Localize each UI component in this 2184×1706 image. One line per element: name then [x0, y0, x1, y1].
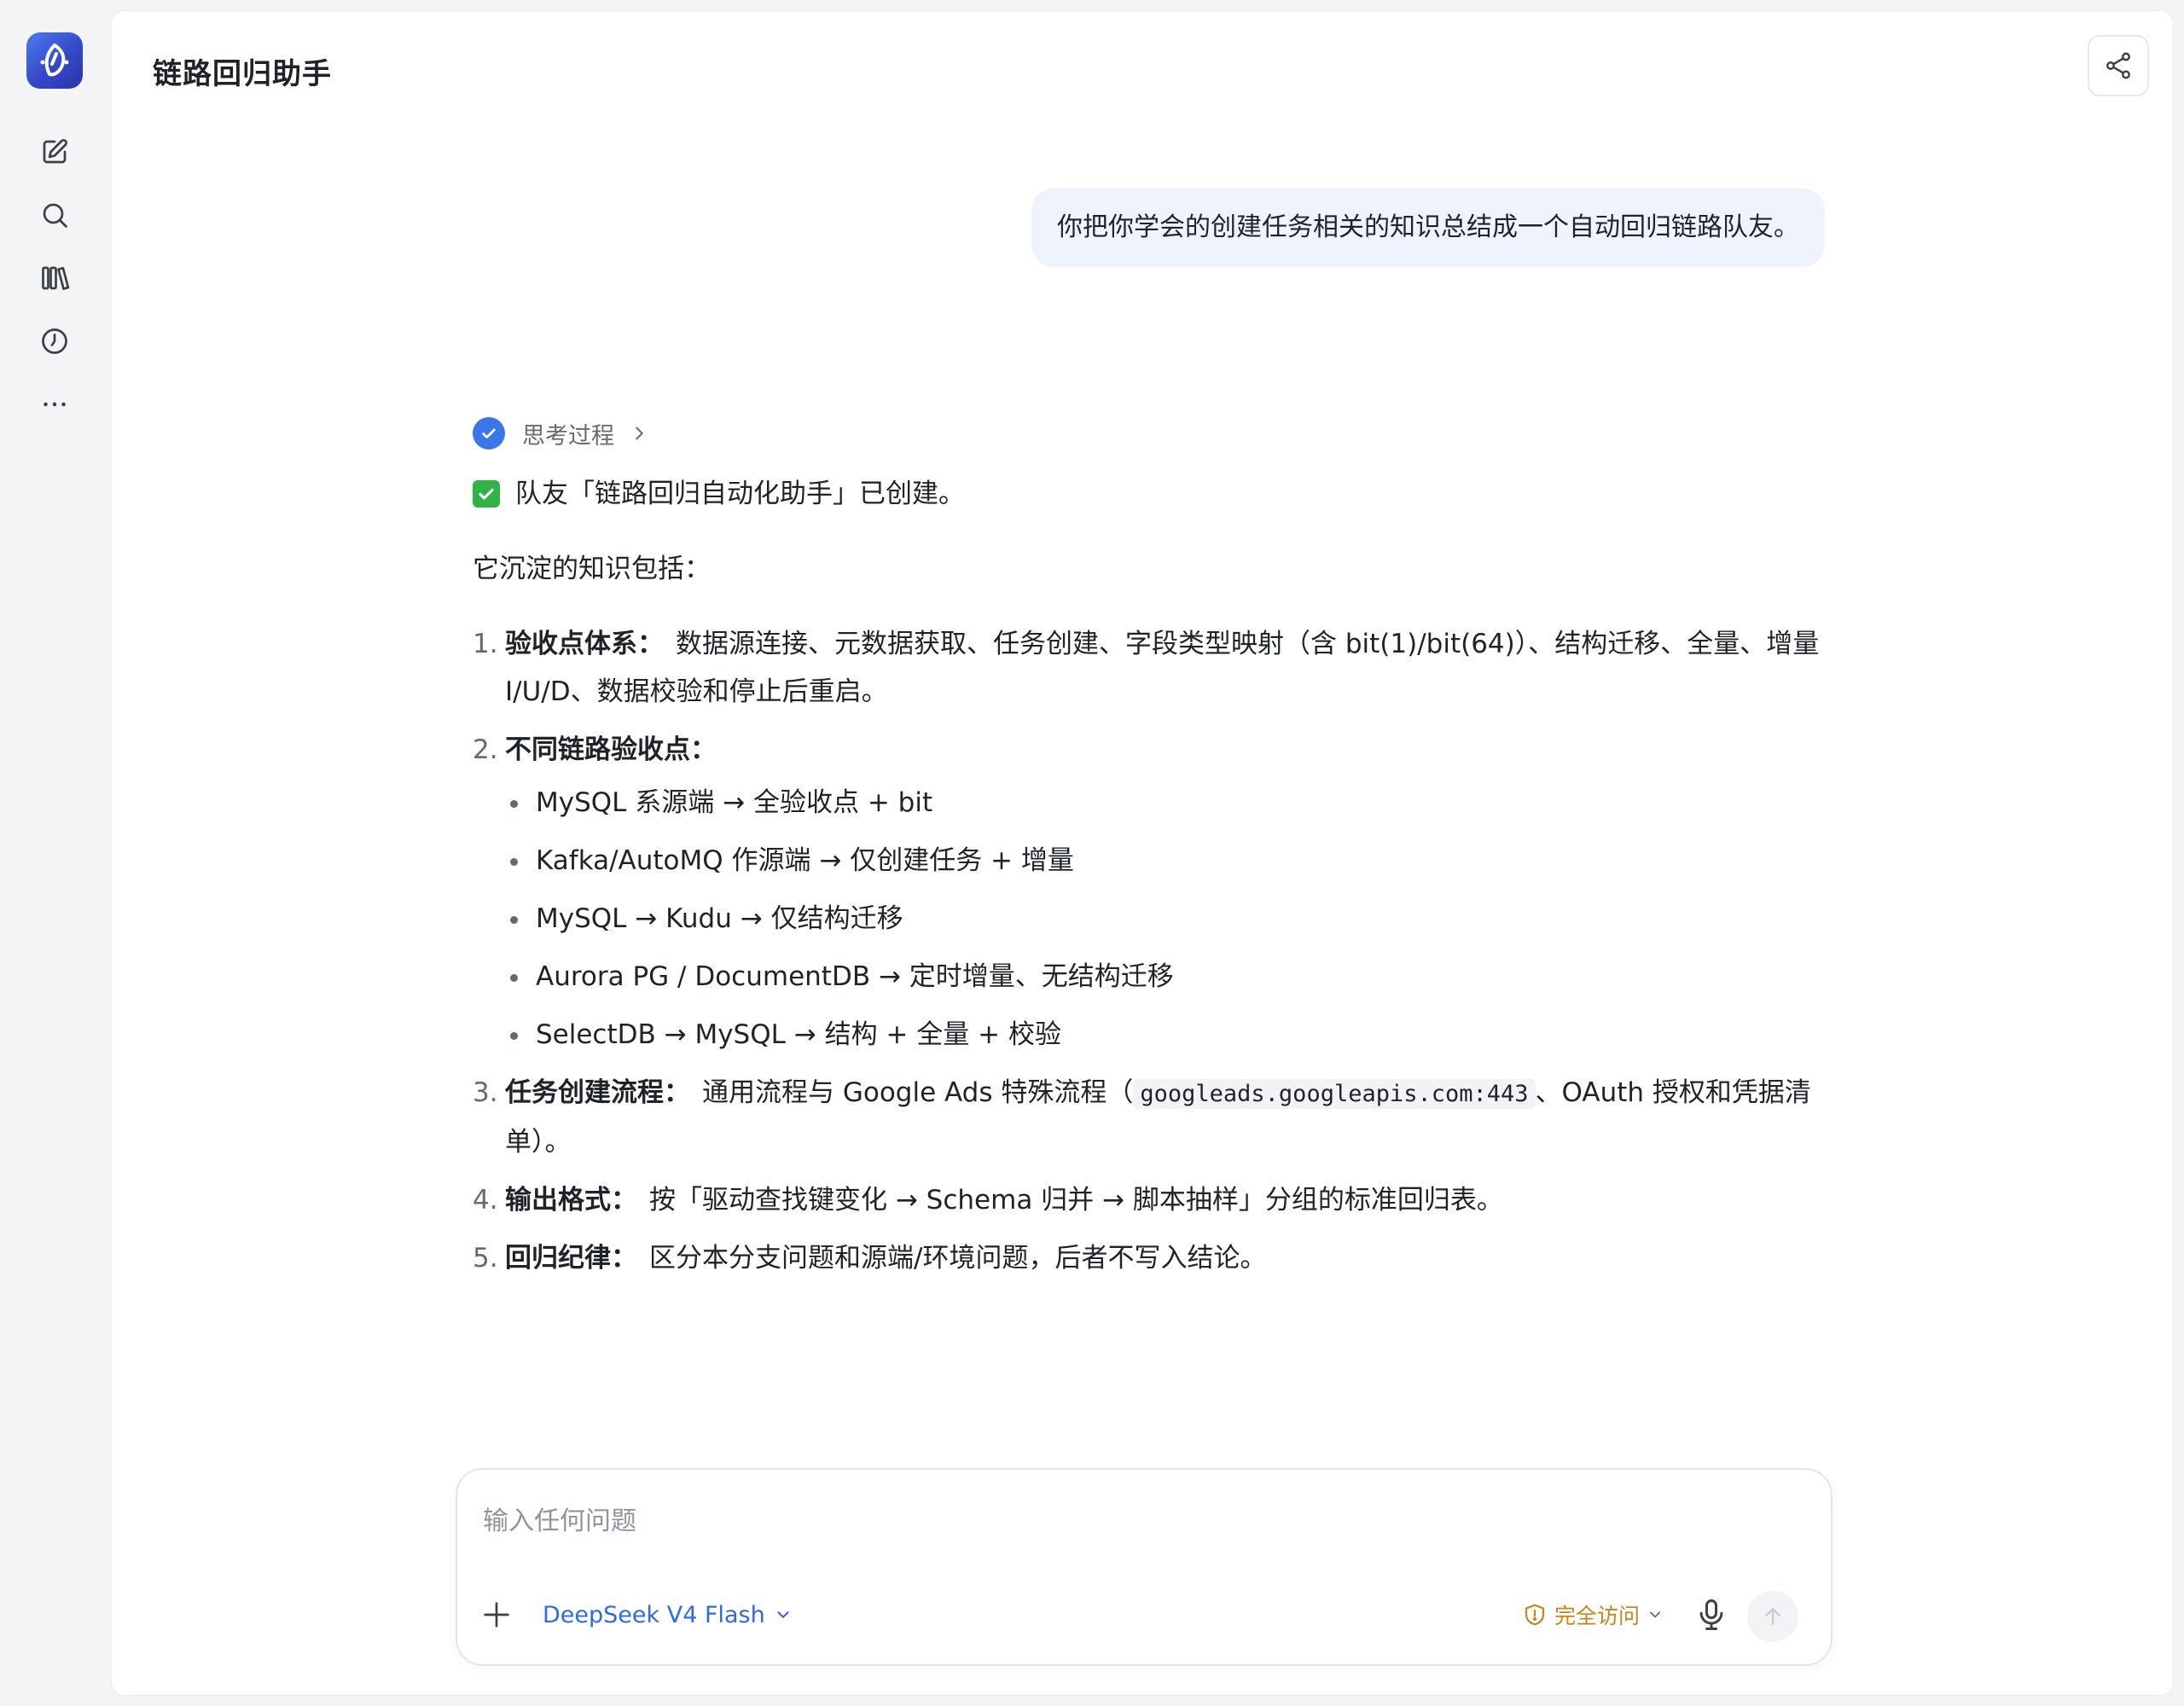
more-icon: [44, 402, 66, 407]
thinking-toggle[interactable]: 思考过程: [473, 412, 1821, 455]
check-circle-icon: [473, 417, 505, 450]
list-item: 3. 任务创建流程： 通用流程与 Google Ads 特殊流程（ googlead…: [473, 1077, 1811, 1158]
history-button[interactable]: [27, 314, 82, 368]
message-input[interactable]: [483, 1495, 1763, 1546]
list-item: 4. 输出格式： 按「驱动查找键变化 → Schema 归并 → 脚本抽样」分组的…: [473, 1185, 1503, 1216]
logo-mark-icon: [40, 44, 69, 77]
shield-icon: [1525, 1604, 1545, 1626]
sub-list-item: Aurora PG / DocumentDB → 定时增量、无结构迁移: [505, 953, 1821, 1001]
sub-list: MySQL 系源端 → 全验收点 + bit Kafka/AutoMQ 作源端 …: [505, 779, 1821, 1059]
item-title: 回归纪律：: [505, 1243, 637, 1274]
item-title: 不同链路验收点：: [505, 734, 717, 765]
chevron-right-icon: [636, 426, 643, 440]
add-attachment-icon[interactable]: [479, 1598, 514, 1632]
sub-list-item: MySQL 系源端 → 全验收点 + bit: [505, 779, 1821, 827]
status-line: 队友「链路回归自动化助手」已创建。: [473, 470, 1821, 518]
user-message-bubble: 你把你学会的创建任务相关的知识总结成一个自动回归链路队友。: [1031, 189, 1825, 267]
list-item: 2. 不同链路验收点： MySQL 系源端 → 全验收点 + bit Kafka…: [473, 726, 1821, 1059]
arrow-up-icon: [1765, 1608, 1780, 1625]
thinking-label: 思考过程: [522, 422, 614, 450]
inline-code: googleads.googleapis.com:443: [1133, 1079, 1536, 1109]
intro-text: 它沉淀的知识包括：: [473, 554, 711, 584]
item-title: 任务创建流程：: [505, 1077, 690, 1108]
more-button[interactable]: [27, 377, 82, 432]
library-button[interactable]: [27, 251, 82, 305]
model-selector[interactable]: DeepSeek V4 Flash: [543, 1598, 793, 1632]
chevron-down-icon: [777, 1611, 789, 1618]
new-chat-button[interactable]: [27, 125, 82, 179]
access-mode-selector[interactable]: 完全访问: [1522, 1598, 1664, 1632]
list-item: 1. 验收点体系： 数据源连接、元数据获取、任务创建、字段类型映射（含 bit(1…: [473, 629, 1820, 707]
sidebar-rail: [0, 0, 109, 1706]
check-mark-icon: [473, 480, 500, 508]
item-title: 验收点体系：: [505, 629, 664, 659]
item-body: 区分本分支问题和源端/环境问题，后者不写入结论。: [649, 1243, 1267, 1274]
share-button[interactable]: [2088, 35, 2149, 96]
sub-list-item: MySQL → Kudu → 仅结构迁移: [505, 895, 1821, 943]
access-mode-label: 完全访问: [1554, 1604, 1640, 1628]
message-composer: DeepSeek V4 Flash 完全访问: [456, 1468, 1833, 1666]
chevron-down-icon: [1650, 1611, 1660, 1618]
status-text: 队友「链路回归自动化助手」已创建。: [515, 479, 965, 509]
library-icon: [42, 266, 70, 290]
sub-list-item: Kafka/AutoMQ 作源端 → 仅创建任务 + 增量: [505, 837, 1821, 885]
app-logo[interactable]: [26, 32, 83, 89]
item-body: 数据源连接、元数据获取、任务创建、字段类型映射（含 bit(1)/bit(64)…: [505, 629, 1820, 707]
search-icon: [43, 203, 67, 228]
model-name: DeepSeek V4 Flash: [543, 1601, 765, 1628]
share-icon: [2106, 52, 2130, 79]
list-item: 5. 回归纪律： 区分本分支问题和源端/环境问题，后者不写入结论。: [473, 1243, 1267, 1274]
sub-list-item: SelectDB → MySQL → 结构 + 全量 + 校验: [505, 1011, 1821, 1059]
history-icon: [42, 328, 67, 354]
item-title: 输出格式：: [505, 1185, 637, 1216]
search-button[interactable]: [27, 188, 82, 242]
send-button[interactable]: [1747, 1591, 1798, 1642]
new-chat-icon: [43, 138, 68, 164]
chat-panel: 链路回归助手 你把你学会的创建任务相关的知识总结成一个自动回归链路队友。 思考过…: [111, 10, 2174, 1696]
assistant-message: 思考过程 队友「链路回归自动化助手」已创建。 它沉淀的知识包括： 1. 验收点体…: [473, 412, 1821, 1292]
item-body: 通用流程与 Google Ads 特殊流程（: [702, 1077, 1134, 1108]
microphone-icon[interactable]: [1693, 1596, 1730, 1633]
knowledge-list: 1. 验收点体系： 数据源连接、元数据获取、任务创建、字段类型映射（含 bit(1…: [473, 620, 1821, 1282]
page-title: 链路回归助手: [153, 57, 332, 91]
item-body: 按「驱动查找键变化 → Schema 归并 → 脚本抽样」分组的标准回归表。: [649, 1185, 1503, 1216]
